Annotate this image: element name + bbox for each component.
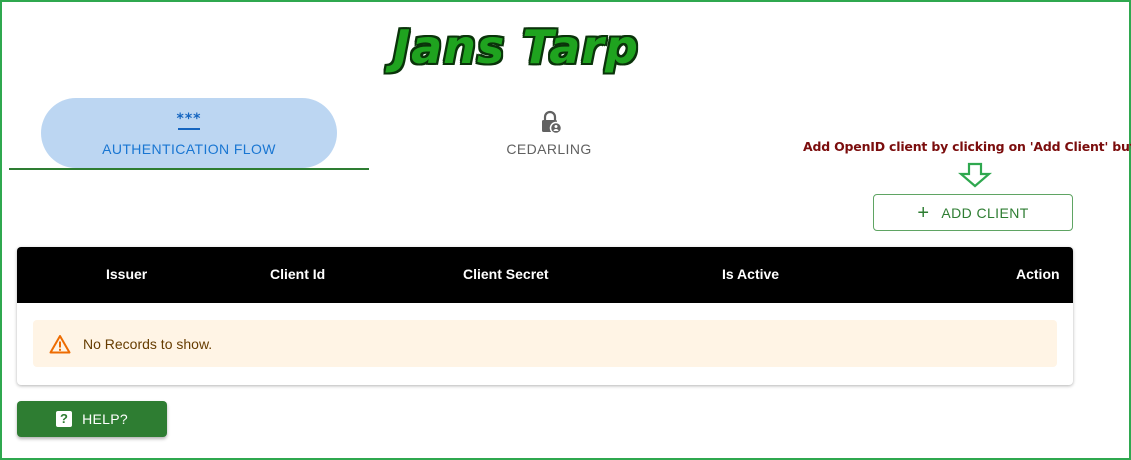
tab-selected-indicator [41, 98, 337, 168]
help-label: HELP? [82, 411, 128, 427]
add-client-button[interactable]: + ADD CLIENT [873, 194, 1073, 231]
tab-label: CEDARLING [506, 141, 592, 157]
tab-label: AUTHENTICATION FLOW [102, 141, 276, 157]
help-button[interactable]: ? HELP? [17, 401, 167, 437]
add-client-hint: Add OpenID client by clicking on 'Add Cl… [803, 139, 1131, 154]
arrow-down-icon [958, 162, 992, 188]
tab-authentication-flow[interactable]: *** AUTHENTICATION FLOW [9, 98, 369, 170]
empty-state-alert: No Records to show. [33, 320, 1057, 367]
add-client-label: ADD CLIENT [941, 204, 1029, 221]
password-dots-icon: *** [9, 112, 369, 130]
plus-icon: + [917, 201, 930, 224]
column-header-client-id[interactable]: Client Id [270, 266, 325, 282]
column-header-is-active[interactable]: Is Active [722, 266, 779, 282]
warning-icon [49, 334, 71, 353]
lock-person-icon [542, 110, 562, 134]
column-header-action[interactable]: Action [1016, 266, 1060, 282]
column-header-client-secret[interactable]: Client Secret [463, 266, 549, 282]
clients-table: Issuer Client Id Client Secret Is Active… [17, 247, 1073, 385]
app-logo-title: Jans Tarp [393, 20, 639, 74]
tab-cedarling[interactable]: CEDARLING [369, 98, 729, 170]
empty-state-message: No Records to show. [83, 335, 213, 352]
table-header: Issuer Client Id Client Secret Is Active… [17, 247, 1073, 303]
help-icon: ? [56, 411, 73, 427]
column-header-issuer[interactable]: Issuer [106, 266, 147, 282]
